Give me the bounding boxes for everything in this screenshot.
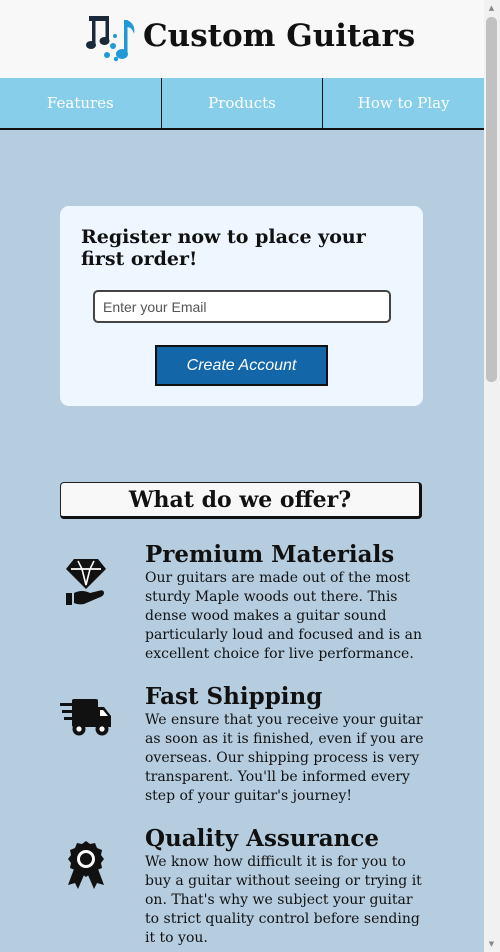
scrollbar-thumb[interactable] (486, 17, 497, 382)
create-account-button[interactable]: Create Account (155, 345, 328, 386)
diamond-hand-icon (66, 559, 106, 605)
site-title: Custom Guitars (143, 18, 416, 54)
shipping-truck-icon (60, 699, 111, 736)
register-card: Register now to place your first order! … (60, 206, 423, 406)
nav-item-how-to-play[interactable]: How to Play (323, 78, 484, 128)
email-field[interactable] (93, 290, 391, 323)
offer-title: What do we offer? (128, 486, 352, 513)
site-header: Custom Guitars (0, 0, 484, 78)
feature-title: Quality Assurance (145, 825, 379, 852)
scroll-up-icon[interactable]: ▲ (486, 2, 497, 14)
offer-heading-box: What do we offer? (60, 482, 422, 519)
feature-text: We ensure that you receive your guitar a… (145, 712, 424, 804)
nav-item-products[interactable]: Products (162, 78, 324, 128)
feature-text: Our guitars are made out of the most stu… (145, 570, 423, 662)
main-nav: Features Products How to Play (0, 78, 484, 130)
nav-item-features[interactable]: Features (0, 78, 162, 128)
music-notes-icon[interactable] (86, 14, 140, 64)
award-ribbon-icon (68, 841, 104, 889)
feature-text: We know how difficult it is for you to b… (145, 854, 422, 946)
feature-title: Fast Shipping (145, 683, 323, 710)
feature-title: Premium Materials (145, 541, 395, 568)
scroll-down-icon[interactable]: ▼ (486, 938, 497, 950)
register-heading: Register now to place your first order! (81, 226, 366, 270)
